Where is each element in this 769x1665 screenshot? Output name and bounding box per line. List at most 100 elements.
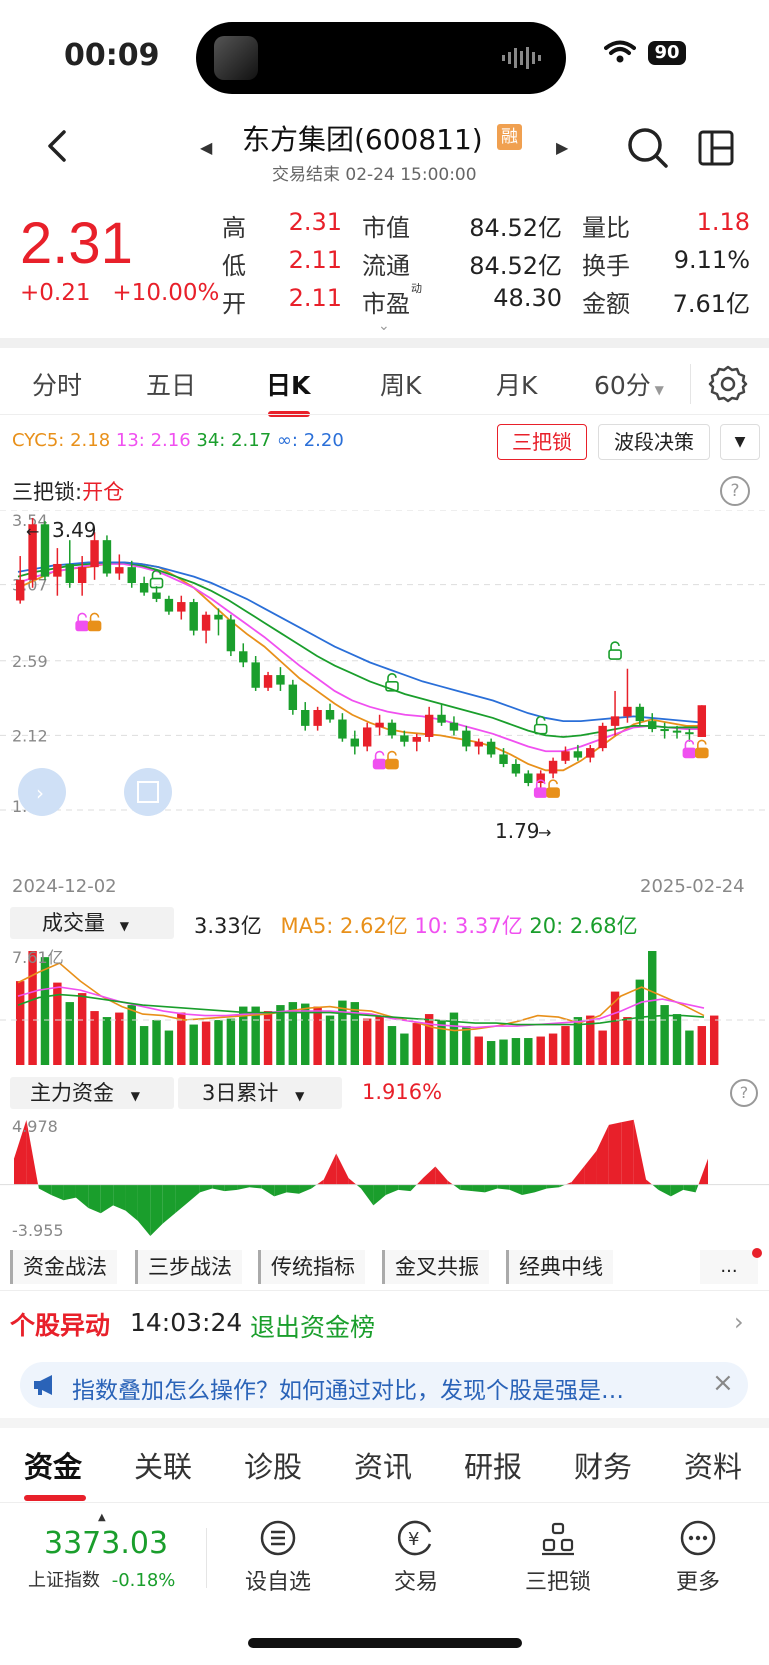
movement-time: 14:03:24 (130, 1308, 243, 1337)
volume-bar (511, 1038, 521, 1065)
kline-candles (15, 517, 707, 788)
volume-bar (412, 1023, 421, 1065)
help-icon[interactable]: ? (730, 1079, 758, 1107)
app-icon (214, 36, 258, 80)
bottom-tab-research[interactable]: 研报 (464, 1444, 522, 1486)
capital-flow-segment (336, 1153, 349, 1185)
candle-body (164, 598, 174, 612)
tab-monthly-k[interactable]: 月K (496, 366, 537, 402)
capital-selector-label: 主力资金 (30, 1081, 114, 1105)
tab-intraday[interactable]: 分时 (32, 366, 82, 402)
bottom-tab-diagnosis[interactable]: 诊股 (244, 1444, 302, 1486)
cyc13-label: 13: 2.16 (115, 430, 191, 451)
capital-flow-segment (398, 1184, 411, 1192)
volume-ma20: 20: 2.68亿 (529, 914, 638, 938)
tip-banner[interactable]: 指数叠加怎么操作？如何通过对比，发现个股是强是… × (20, 1362, 748, 1408)
nav-trade[interactable]: ¥ 交易 (366, 1518, 466, 1598)
band-decision-button[interactable]: 波段决策 (598, 424, 710, 460)
volume-selector[interactable]: 成交量 ▼ (10, 907, 174, 939)
chart-mode-button[interactable] (124, 768, 172, 816)
volume-bar (499, 1039, 508, 1065)
prev-stock-arrow[interactable]: ◀ (200, 138, 212, 157)
stock-movement-row[interactable] (0, 1292, 769, 1352)
tab-daily-k[interactable]: 日K (266, 366, 310, 402)
margin-badge: 融 (497, 124, 522, 150)
indicator-dropdown[interactable]: ▼ (720, 424, 760, 460)
candle-body (15, 579, 25, 601)
candle-body (561, 751, 570, 761)
nav-add-watchlist[interactable]: 设自选 (228, 1518, 328, 1598)
candle-body (387, 722, 397, 736)
candle-body (313, 710, 322, 726)
kline-chart[interactable]: 3.543.072.592.121.65 3.49 ← 1.79 → › (0, 510, 769, 875)
volume-bar (313, 1006, 322, 1065)
capital-flow-segment (373, 1184, 386, 1206)
volume-bar (152, 1020, 161, 1065)
strategy-tab-golden-cross[interactable]: 金叉共振 (382, 1250, 489, 1284)
search-icon[interactable] (626, 126, 670, 170)
volume-selector-label: 成交量 (42, 911, 105, 935)
capital-flow-segment (447, 1180, 454, 1185)
stat-value-mktcap: 84.52亿 (469, 214, 562, 242)
nav-sanbasuo[interactable]: 三把锁 (508, 1518, 608, 1598)
volume-bar (648, 951, 657, 1065)
capital-value: 1.916% (362, 1080, 443, 1104)
volume-chart[interactable]: 7.61亿 (0, 945, 769, 1075)
expand-chevron-icon[interactable]: ⌄ (378, 318, 390, 334)
candle-body (276, 675, 285, 685)
nav-more[interactable]: 更多 (648, 1518, 748, 1598)
strategy-tab-traditional[interactable]: 传统指标 (258, 1250, 365, 1284)
capital-y-top: 4.978 (12, 1117, 58, 1136)
gear-icon[interactable] (708, 364, 748, 404)
strategy-tab-classic[interactable]: 经典中线 (506, 1250, 613, 1284)
capital-flow-segment (162, 1184, 176, 1224)
candle-body (573, 751, 583, 758)
sanbasuo-button[interactable]: 三把锁 (497, 424, 587, 460)
capital-flow-segment (361, 1184, 374, 1206)
bottom-tab-finance[interactable]: 财务 (574, 1444, 632, 1486)
capital-flow-segment (38, 1184, 52, 1196)
volume-bar (672, 1014, 682, 1065)
candle-body (325, 710, 335, 720)
volume-bar (90, 1011, 99, 1065)
back-icon[interactable] (38, 126, 78, 166)
strategy-more-button[interactable]: ... (700, 1250, 758, 1284)
tab-5day[interactable]: 五日 (146, 366, 196, 402)
volume-bar (28, 951, 37, 1065)
compare-icon[interactable] (694, 126, 738, 170)
strategy-tab-capital[interactable]: 资金战法 (10, 1250, 117, 1284)
stat-label-amount: 金额 (582, 290, 630, 318)
list-icon (260, 1520, 296, 1556)
stat-value-float: 84.52亿 (469, 252, 562, 280)
help-icon[interactable]: ? (720, 476, 750, 506)
volume-bar (201, 1021, 211, 1065)
close-icon[interactable]: × (712, 1368, 734, 1398)
period-selector[interactable]: 3日累计 ▼ (178, 1077, 342, 1109)
candle-body (462, 730, 471, 747)
bottom-tab-related[interactable]: 关联 (134, 1444, 192, 1486)
next-stock-arrow[interactable]: ▶ (556, 138, 568, 157)
capital-flow-segment (175, 1184, 188, 1214)
capital-flow-segment (460, 1184, 473, 1192)
volume-bar (536, 1036, 545, 1065)
candle-body (77, 567, 87, 584)
capital-flow-segment (546, 1184, 560, 1189)
bottom-tab-capital[interactable]: 资金 (24, 1444, 82, 1486)
candle-body (648, 721, 657, 730)
home-indicator (248, 1638, 522, 1648)
tab-weekly-k[interactable]: 周K (380, 366, 421, 402)
bottom-tab-profile[interactable]: 资料 (684, 1444, 742, 1486)
stat-label-high: 高 (222, 214, 246, 242)
volume-bar (709, 1015, 719, 1065)
strategy-tab-three-step[interactable]: 三步战法 (135, 1250, 242, 1284)
index-label: 上证指数 -0.18% (28, 1566, 175, 1592)
tab-60min[interactable]: 60分 ▼ (594, 366, 664, 402)
index-value[interactable]: 3373.03 (44, 1526, 168, 1561)
bottom-tab-news[interactable]: 资讯 (354, 1444, 412, 1486)
capital-selector[interactable]: 主力资金 ▼ (10, 1077, 174, 1109)
volume-legend: 3.33亿 MA5: 2.62亿 10: 3.37亿 20: 2.68亿 (194, 910, 638, 940)
stat-value-open: 2.11 (288, 284, 342, 312)
capital-flow-segment (137, 1184, 151, 1236)
capital-flow-segment (646, 1179, 653, 1185)
capital-flow-chart[interactable]: 4.978 -3.955 (0, 1112, 769, 1242)
